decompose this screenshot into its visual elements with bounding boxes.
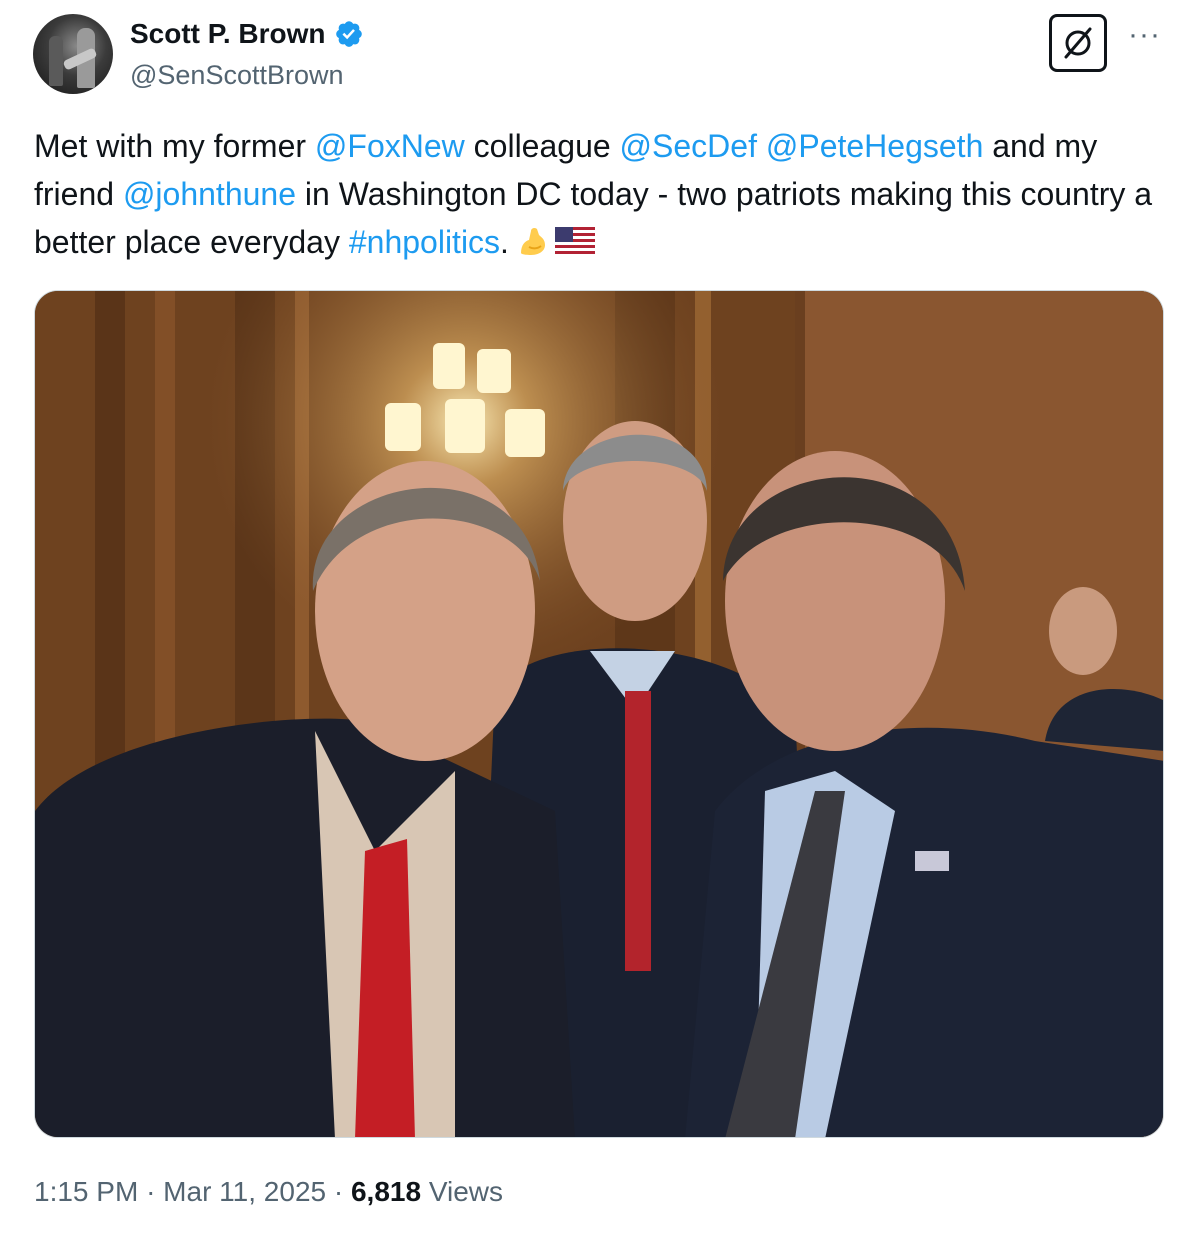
author-handle[interactable]: @SenScottBrown [130, 58, 344, 92]
tweet-text-segment [757, 128, 766, 164]
meta-separator: · [146, 1176, 156, 1207]
mention-link[interactable]: @FoxNew [315, 128, 465, 164]
tweet-date: Mar 11, 2025 [163, 1176, 327, 1207]
tweet-text-segment: colleague [464, 128, 620, 164]
tweet-text-segment: Met with my former [34, 128, 315, 164]
avatar[interactable] [33, 14, 113, 94]
tweet-photo[interactable] [34, 290, 1164, 1138]
views-count: 6,818 [350, 1176, 422, 1207]
views-label: Views [428, 1176, 504, 1207]
us-flag-emoji-icon [554, 227, 595, 257]
author-name-row[interactable]: Scott P. Brown [130, 16, 364, 52]
tweet-text: Met with my former @FoxNew colleague @Se… [34, 122, 1154, 266]
tweet-timestamp-link[interactable]: 1:15 PM · Mar 11, 2025 [34, 1176, 326, 1207]
tweet-meta: 1:15 PM · Mar 11, 2025 · 6,818 Views [34, 1174, 503, 1210]
more-options-button[interactable]: ··· [1128, 20, 1161, 50]
verified-badge-icon [335, 21, 362, 47]
mention-link[interactable]: @PeteHegseth [766, 128, 984, 164]
mention-link[interactable]: @SecDef [620, 128, 757, 164]
tweet-time: 1:15 PM [34, 1176, 139, 1207]
grok-button[interactable] [1049, 14, 1107, 72]
grok-icon [1064, 27, 1092, 59]
flexed-biceps-emoji-icon [520, 227, 545, 255]
mention-link[interactable]: @johnthune [123, 176, 296, 212]
meta-separator: · [333, 1176, 344, 1207]
hashtag-link[interactable]: #nhpolitics [349, 224, 500, 260]
photo-of-four-men-in-suits-icon [35, 291, 1163, 1137]
tweet-text-segment: . [500, 224, 509, 260]
author-display-name[interactable]: Scott P. Brown [130, 16, 326, 52]
